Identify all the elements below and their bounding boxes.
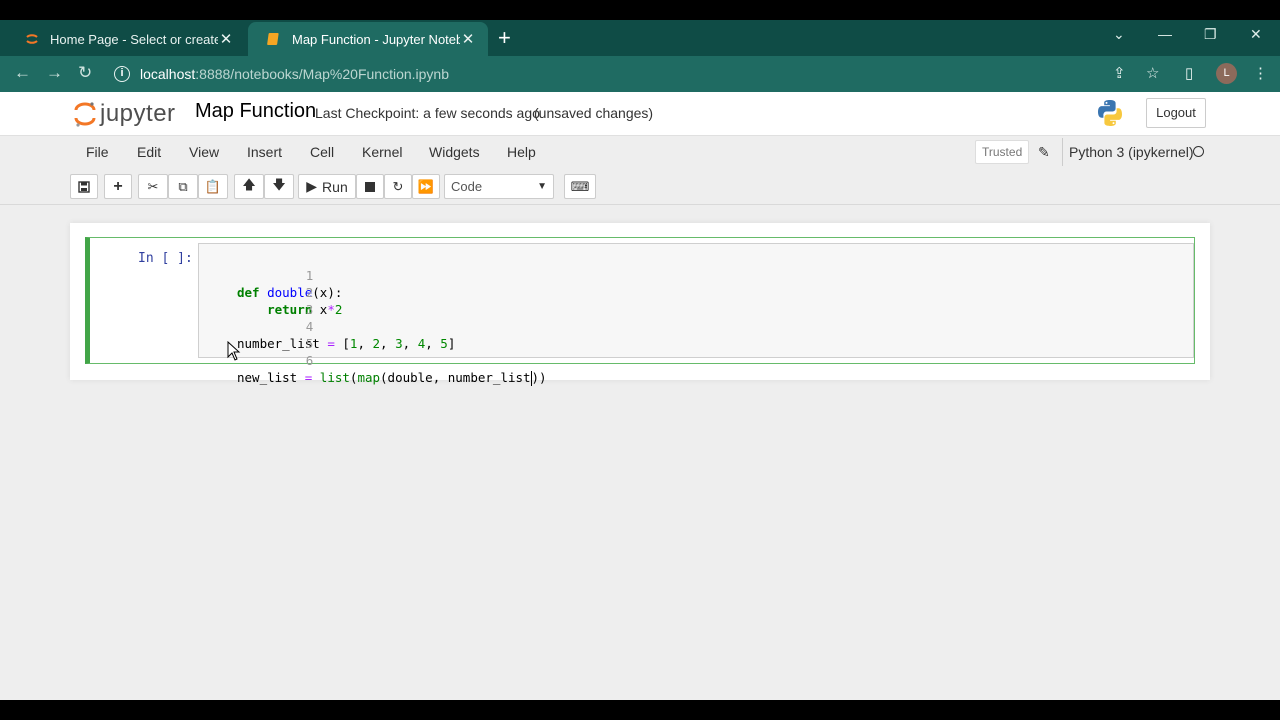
menu-view[interactable]: View	[189, 144, 219, 160]
side-panel-icon[interactable]: ▯	[1185, 64, 1193, 82]
menu-kernel[interactable]: Kernel	[362, 144, 402, 160]
mouse-pointer-icon	[227, 341, 241, 361]
unsaved-status: (unsaved changes)	[534, 105, 654, 121]
bottom-black-bar	[0, 700, 1280, 720]
paste-button[interactable]: 📋	[198, 174, 228, 199]
logout-button[interactable]: Logout	[1146, 98, 1206, 128]
copy-icon: ⧉	[178, 178, 188, 194]
menu-edit[interactable]: Edit	[137, 144, 161, 160]
line-number: 5	[305, 336, 314, 351]
text-cursor	[530, 371, 532, 386]
menu-cell[interactable]: Cell	[310, 144, 334, 160]
browser-menu-icon[interactable]: ⋮	[1253, 64, 1268, 82]
new-tab-button[interactable]: +	[498, 26, 511, 50]
menu-insert[interactable]: Insert	[247, 144, 282, 160]
code-line: 1 def double(x):	[199, 250, 342, 300]
notebook-container: In [ ]: 1 def double(x): 2 return x*2 3	[70, 223, 1210, 386]
close-tab-icon[interactable]: ✕	[460, 30, 476, 48]
line-number: 6	[305, 353, 314, 368]
line-number: 1	[305, 268, 314, 283]
command-palette-button[interactable]: ⌨	[564, 174, 596, 199]
save-icon	[78, 180, 90, 193]
url-host: localhost	[140, 66, 196, 82]
bookmark-star-icon[interactable]: ☆	[1146, 64, 1159, 82]
minimize-icon[interactable]: —	[1158, 26, 1172, 42]
url-field[interactable]: i localhost:8888/notebooks/Map%20Functio…	[110, 60, 1110, 88]
code-cell[interactable]: In [ ]: 1 def double(x): 2 return x*2 3	[85, 237, 1195, 386]
plus-icon: +	[113, 177, 123, 195]
jupyter-logo[interactable]: jupyter	[74, 98, 184, 130]
logo-text: jupyter	[100, 100, 176, 127]
checkpoint-status: Last Checkpoint: a few seconds ago	[315, 105, 540, 121]
share-icon[interactable]: ⇪	[1113, 64, 1126, 82]
cell-type-value: Code	[451, 179, 483, 194]
cut-button[interactable]: ✂	[138, 174, 168, 199]
menu-widgets[interactable]: Widgets	[429, 144, 480, 160]
menu-file[interactable]: File	[86, 144, 109, 160]
site-info-icon[interactable]: i	[114, 66, 130, 82]
python-logo-icon	[1098, 100, 1122, 126]
arrow-up-icon: 🡅	[242, 176, 256, 192]
jupyter-page: jupyter Map Function Last Checkpoint: a …	[0, 92, 1280, 700]
trusted-indicator[interactable]: Trusted	[975, 140, 1030, 164]
menu-help[interactable]: Help	[507, 144, 536, 160]
fast-forward-icon: ⏩	[417, 178, 435, 194]
code-line: 4 number_list = [1, 2, 3, 4, 5]	[199, 301, 455, 351]
reload-icon[interactable]: ↻	[78, 64, 92, 82]
keyboard-icon: ⌨	[570, 178, 590, 194]
code-line: 3	[199, 284, 314, 317]
code-line: 5	[199, 318, 314, 351]
chevron-down-icon: ▼	[537, 181, 547, 192]
restart-button[interactable]: ↻	[384, 174, 412, 199]
stop-icon	[365, 181, 375, 192]
arrow-down-icon: 🡇	[272, 176, 286, 192]
notebook-title[interactable]: Map Function	[195, 100, 316, 123]
code-text: new_list = list(map(double, number_list)…	[237, 370, 547, 386]
code-editor[interactable]: 1 def double(x): 2 return x*2 3 4 number…	[198, 243, 1194, 386]
browser-tab-home[interactable]: Home Page - Select or create a n ✕	[6, 22, 246, 56]
profile-avatar[interactable]: L	[1216, 63, 1237, 84]
move-up-button[interactable]: 🡅	[234, 174, 264, 199]
close-window-icon[interactable]: ✕	[1250, 26, 1262, 43]
header-divider	[0, 204, 1280, 205]
restore-icon[interactable]: ❐	[1204, 26, 1217, 43]
browser-tab-notebook[interactable]: Map Function - Jupyter Noteboo ✕	[248, 22, 488, 56]
restart-icon: ↻	[392, 178, 404, 194]
interrupt-button[interactable]	[356, 174, 384, 199]
jupyter-favicon-icon	[26, 34, 38, 44]
cell-type-select[interactable]: Code ▼	[444, 174, 554, 199]
run-label: Run	[322, 178, 348, 195]
play-icon: ▶	[306, 178, 318, 194]
line-number: 2	[305, 285, 314, 300]
tab-title: Home Page - Select or create a n	[50, 31, 218, 47]
close-tab-icon[interactable]: ✕	[218, 30, 234, 48]
code-line: 6 new_list = list(map(double, number_lis…	[199, 335, 547, 386]
move-down-button[interactable]: 🡇	[264, 174, 294, 199]
restart-run-all-button[interactable]: ⏩	[412, 174, 440, 199]
run-button[interactable]: ▶ Run	[298, 174, 356, 199]
code-line: 2 return x*2	[199, 267, 342, 317]
kernel-idle-indicator-icon	[1193, 146, 1204, 157]
forward-icon[interactable]: →	[46, 64, 63, 82]
url-path: :8888/notebooks/Map%20Function.ipynb	[195, 66, 449, 82]
line-number: 3	[305, 302, 314, 317]
copy-button[interactable]: ⧉	[168, 174, 198, 199]
insert-cell-below-button[interactable]: +	[104, 174, 132, 199]
edit-mode-pencil-icon: ✎	[1038, 144, 1050, 160]
jupyter-logo-icon	[74, 102, 96, 127]
save-button[interactable]	[70, 174, 98, 199]
screen: Home Page - Select or create a n ✕ Map F…	[0, 0, 1280, 720]
tab-title: Map Function - Jupyter Noteboo	[292, 31, 460, 47]
input-prompt: In [ ]:	[138, 251, 193, 266]
line-number: 4	[305, 319, 314, 334]
tab-search-icon[interactable]: ⌄	[1113, 26, 1125, 43]
notebook-favicon-icon	[267, 33, 279, 45]
paste-icon: 📋	[204, 178, 222, 194]
kernel-name[interactable]: Python 3 (ipykernel)	[1062, 138, 1194, 166]
back-icon[interactable]: ←	[14, 64, 31, 82]
notebook-header: jupyter Map Function Last Checkpoint: a …	[0, 92, 1280, 136]
scissors-icon: ✂	[147, 178, 159, 194]
